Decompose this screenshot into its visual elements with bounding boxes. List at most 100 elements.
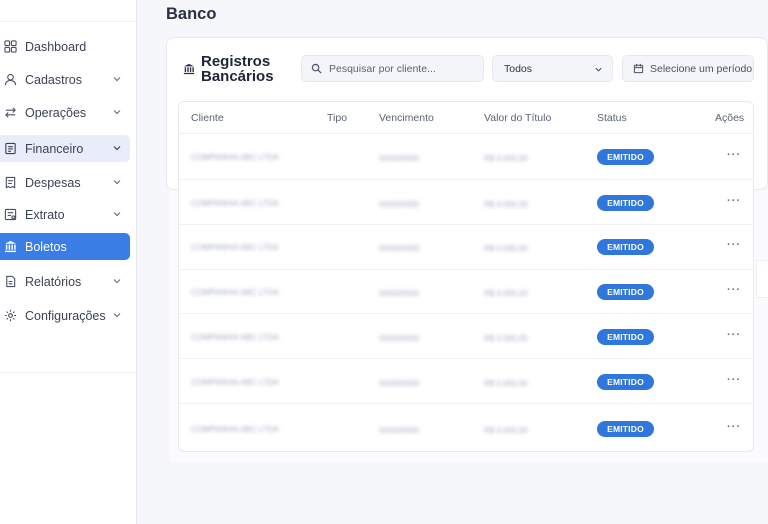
table-header: Cliente Tipo Vencimento Valor do Título …: [179, 102, 753, 134]
search-box[interactable]: [301, 55, 484, 82]
sidebar-item-label: Financeiro: [25, 141, 84, 156]
sidebar-item-boletos[interactable]: Boletos: [0, 233, 130, 260]
status-badge: EMITIDO: [597, 239, 654, 255]
cell-valor: R$ 0.000,00: [484, 154, 528, 163]
sidebar-item-label: Relatórios: [25, 274, 82, 289]
status-filter-value: Todos: [504, 62, 533, 75]
chevron-down-icon: [113, 313, 121, 318]
sidebar: Dashboard Cadastros Operações Financeiro…: [0, 0, 137, 524]
chevron-down-icon: [113, 279, 121, 284]
cell-valor: R$ 0.000,00: [484, 426, 528, 435]
arrows-icon: [3, 106, 17, 120]
card-title-line2: Bancários: [201, 68, 274, 85]
row-actions-menu[interactable]: ···: [727, 375, 743, 386]
cell-cliente: COMPANHIA ABC LTDA: [191, 378, 279, 387]
row-actions-menu[interactable]: ···: [727, 285, 743, 296]
status-badge: EMITIDO: [597, 195, 654, 211]
cell-vencimento: 00/00/0000: [379, 154, 420, 163]
header-acoes: Ações: [715, 112, 745, 124]
sidebar-item-cadastros[interactable]: Cadastros: [0, 66, 130, 93]
cell-vencimento: 00/00/0000: [379, 379, 420, 388]
table-row[interactable]: COMPANHIA ABC LTDA 00/00/0000 R$ 0.000,00 E…: [179, 225, 753, 270]
status-filter-select[interactable]: Todos: [492, 55, 613, 82]
cell-cliente: COMPANHIA ABC LTDA: [191, 153, 279, 162]
sidebar-item-dashboard[interactable]: Dashboard: [0, 33, 130, 60]
sidebar-divider: [0, 372, 137, 373]
sidebar-divider: [0, 21, 137, 22]
sidebar-item-configuracoes[interactable]: Configurações: [0, 302, 130, 329]
table-row[interactable]: COMPANHIA ABC LTDA 00/00/0000 R$ 0.000,00 E…: [179, 180, 753, 225]
row-actions-menu[interactable]: ···: [727, 330, 743, 341]
status-badge: EMITIDO: [597, 329, 654, 345]
receipt-icon: [3, 176, 17, 190]
sidebar-item-label: Cadastros: [25, 72, 82, 87]
chevron-down-icon: [595, 67, 602, 72]
cell-valor: R$ 0.000,00: [484, 289, 528, 298]
bank-icon: [183, 63, 195, 75]
row-actions-menu[interactable]: ···: [727, 422, 743, 433]
cell-vencimento: 00/00/0000: [379, 334, 420, 343]
user-icon: [3, 73, 17, 87]
sidebar-item-operacoes[interactable]: Operações: [0, 99, 130, 126]
period-placeholder: Selecione um período: [650, 62, 753, 75]
cell-cliente: COMPANHIA ABC LTDA: [191, 425, 279, 434]
sidebar-item-label: Boletos: [25, 239, 67, 254]
cell-cliente: COMPANHIA ABC LTDA: [191, 243, 279, 252]
status-badge: EMITIDO: [597, 284, 654, 300]
cell-valor: R$ 0.000,00: [484, 244, 528, 253]
cell-vencimento: 00/00/0000: [379, 289, 420, 298]
table-row[interactable]: COMPANHIA ABC LTDA 00/00/0000 R$ 0.000,00 E…: [179, 404, 753, 449]
registros-table: Cliente Tipo Vencimento Valor do Título …: [178, 101, 754, 452]
search-icon: [311, 63, 322, 74]
row-actions-menu[interactable]: ···: [727, 150, 743, 161]
chevron-down-icon: [113, 146, 121, 151]
sidebar-item-label: Extrato: [25, 207, 65, 222]
report-icon: [3, 275, 17, 289]
status-badge: EMITIDO: [597, 421, 654, 437]
sidebar-item-financeiro[interactable]: Financeiro: [0, 135, 130, 162]
chevron-down-icon: [113, 180, 121, 185]
status-badge: EMITIDO: [597, 149, 654, 165]
cell-valor: R$ 0.000,00: [484, 200, 528, 209]
header-cliente[interactable]: Cliente: [191, 112, 224, 124]
cell-vencimento: 00/00/0000: [379, 244, 420, 253]
gear-icon: [3, 309, 17, 323]
sidebar-item-label: Configurações: [25, 308, 106, 323]
table-row[interactable]: COMPANHIA ABC LTDA 00/00/0000 R$ 0.000,00 E…: [179, 135, 753, 180]
cell-cliente: COMPANHIA ABC LTDA: [191, 333, 279, 342]
sidebar-item-extrato[interactable]: Extrato: [0, 201, 130, 228]
cell-valor: R$ 0.000,00: [484, 334, 528, 343]
grid-icon: [3, 40, 17, 54]
ledger-icon: [3, 142, 17, 156]
cell-cliente: COMPANHIA ABC LTDA: [191, 288, 279, 297]
period-picker[interactable]: Selecione um período: [622, 55, 754, 82]
statement-icon: [3, 208, 17, 222]
header-valor[interactable]: Valor do Título: [484, 112, 551, 124]
table-row[interactable]: COMPANHIA ABC LTDA 00/00/0000 R$ 0.000,00 E…: [179, 269, 753, 314]
header-tipo[interactable]: Tipo: [327, 112, 347, 124]
table-row[interactable]: COMPANHIA ABC LTDA 00/00/0000 R$ 0.000,00 E…: [179, 359, 753, 404]
chevron-down-icon: [113, 212, 121, 217]
sidebar-item-despesas[interactable]: Despesas: [0, 169, 130, 196]
sidebar-item-relatorios[interactable]: Relatórios: [0, 268, 130, 295]
side-panel-edge: [756, 260, 768, 298]
row-actions-menu[interactable]: ···: [727, 240, 743, 251]
status-badge: EMITIDO: [597, 374, 654, 390]
page-title: Banco: [166, 5, 217, 23]
calendar-icon: [633, 63, 644, 74]
cell-cliente: COMPANHIA ABC LTDA: [191, 199, 279, 208]
cell-vencimento: 00/00/0000: [379, 426, 420, 435]
table-row[interactable]: COMPANHIA ABC LTDA 00/00/0000 R$ 0.000,00 E…: [179, 314, 753, 359]
cell-vencimento: 00/00/0000: [379, 200, 420, 209]
header-status[interactable]: Status: [597, 112, 627, 124]
sidebar-item-label: Despesas: [25, 175, 81, 190]
row-actions-menu[interactable]: ···: [727, 196, 743, 207]
sidebar-item-label: Operações: [25, 105, 87, 120]
search-input[interactable]: [329, 62, 479, 75]
bank-icon: [3, 240, 17, 254]
chevron-down-icon: [113, 110, 121, 115]
header-vencimento[interactable]: Vencimento: [379, 112, 434, 124]
chevron-down-icon: [113, 77, 121, 82]
sidebar-item-label: Dashboard: [25, 39, 87, 54]
cell-valor: R$ 0.000,00: [484, 379, 528, 388]
